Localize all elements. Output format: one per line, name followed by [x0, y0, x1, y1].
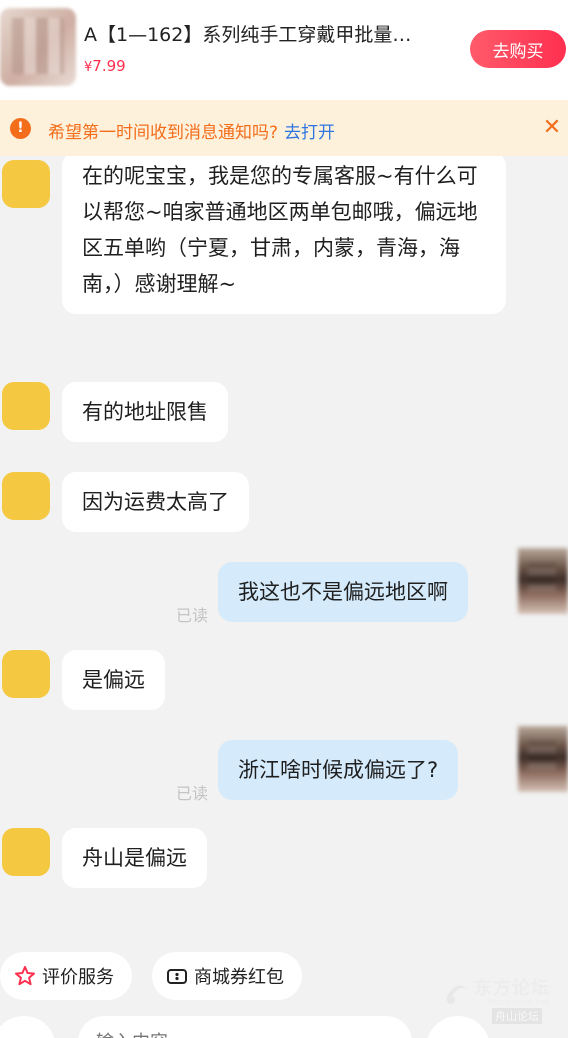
watermark-url: bbs.cnsoc.net [488, 998, 551, 1008]
coupon-label: 商城券红包 [194, 967, 284, 988]
notification-banner: ! 希望第一时间收到消息通知吗? 去打开 ✕ [0, 100, 568, 156]
rate-service-button[interactable]: 评价服务 [0, 952, 132, 1000]
input-row [0, 1016, 568, 1038]
bottom-bar: 评价服务 商城券红包 东方论坛 bbs.cnsoc.net 舟山论坛 [0, 940, 568, 1038]
read-status: 已读 [176, 784, 209, 803]
message-input[interactable] [78, 1016, 412, 1038]
product-title[interactable]: A【1—162】系列纯手工穿戴甲批量… [84, 20, 454, 47]
support-avatar[interactable] [2, 650, 50, 698]
price-value: 7.99 [92, 57, 126, 75]
user-avatar[interactable] [518, 548, 568, 614]
coupon-icon [166, 965, 188, 987]
alert-icon: ! [10, 118, 31, 139]
message-bubble-incoming[interactable]: 舟山是偏远 [62, 828, 207, 888]
support-avatar[interactable] [2, 828, 50, 876]
watermark-logo-icon [446, 985, 468, 1004]
user-avatar[interactable] [518, 726, 568, 792]
emoji-button[interactable] [426, 1016, 490, 1038]
product-header: A【1—162】系列纯手工穿戴甲批量… ¥7.99 去购买 [0, 0, 568, 100]
voice-button[interactable] [0, 1016, 56, 1038]
message-bubble-incoming[interactable]: 因为运费太高了 [62, 472, 249, 532]
product-price: ¥7.99 [84, 56, 126, 75]
watermark-title: 东方论坛 [474, 978, 550, 999]
buy-button[interactable]: 去购买 [470, 30, 566, 68]
enable-notifications-link[interactable]: 去打开 [284, 123, 335, 143]
support-avatar[interactable] [2, 472, 50, 520]
support-avatar[interactable] [2, 160, 50, 208]
message-bubble-outgoing[interactable]: 我这也不是偏远地区啊 [218, 562, 468, 622]
notice-text: 希望第一时间收到消息通知吗? 去打开 [48, 118, 335, 143]
rate-service-label: 评价服务 [42, 967, 114, 988]
message-bubble-outgoing[interactable]: 浙江啥时候成偏远了? [218, 740, 459, 800]
message-bubble-incoming[interactable]: 有的地址限售 [62, 382, 228, 442]
read-status: 已读 [176, 606, 209, 625]
close-icon[interactable]: ✕ [540, 114, 564, 142]
message-bubble-incoming[interactable]: 在的呢宝宝，我是您的专属客服~有什么可以帮您~咱家普通地区两单包邮哦，偏远地区五… [62, 156, 506, 314]
notice-message: 希望第一时间收到消息通知吗? [48, 123, 279, 143]
support-avatar[interactable] [2, 382, 50, 430]
chat-list[interactable]: 在的呢宝宝，我是您的专属客服~有什么可以帮您~咱家普通地区两单包邮哦，偏远地区五… [0, 156, 568, 940]
message-bubble-incoming[interactable]: 是偏远 [62, 650, 165, 710]
coupon-button[interactable]: 商城券红包 [152, 952, 302, 1000]
product-thumbnail[interactable] [0, 8, 76, 86]
star-icon [14, 965, 36, 987]
